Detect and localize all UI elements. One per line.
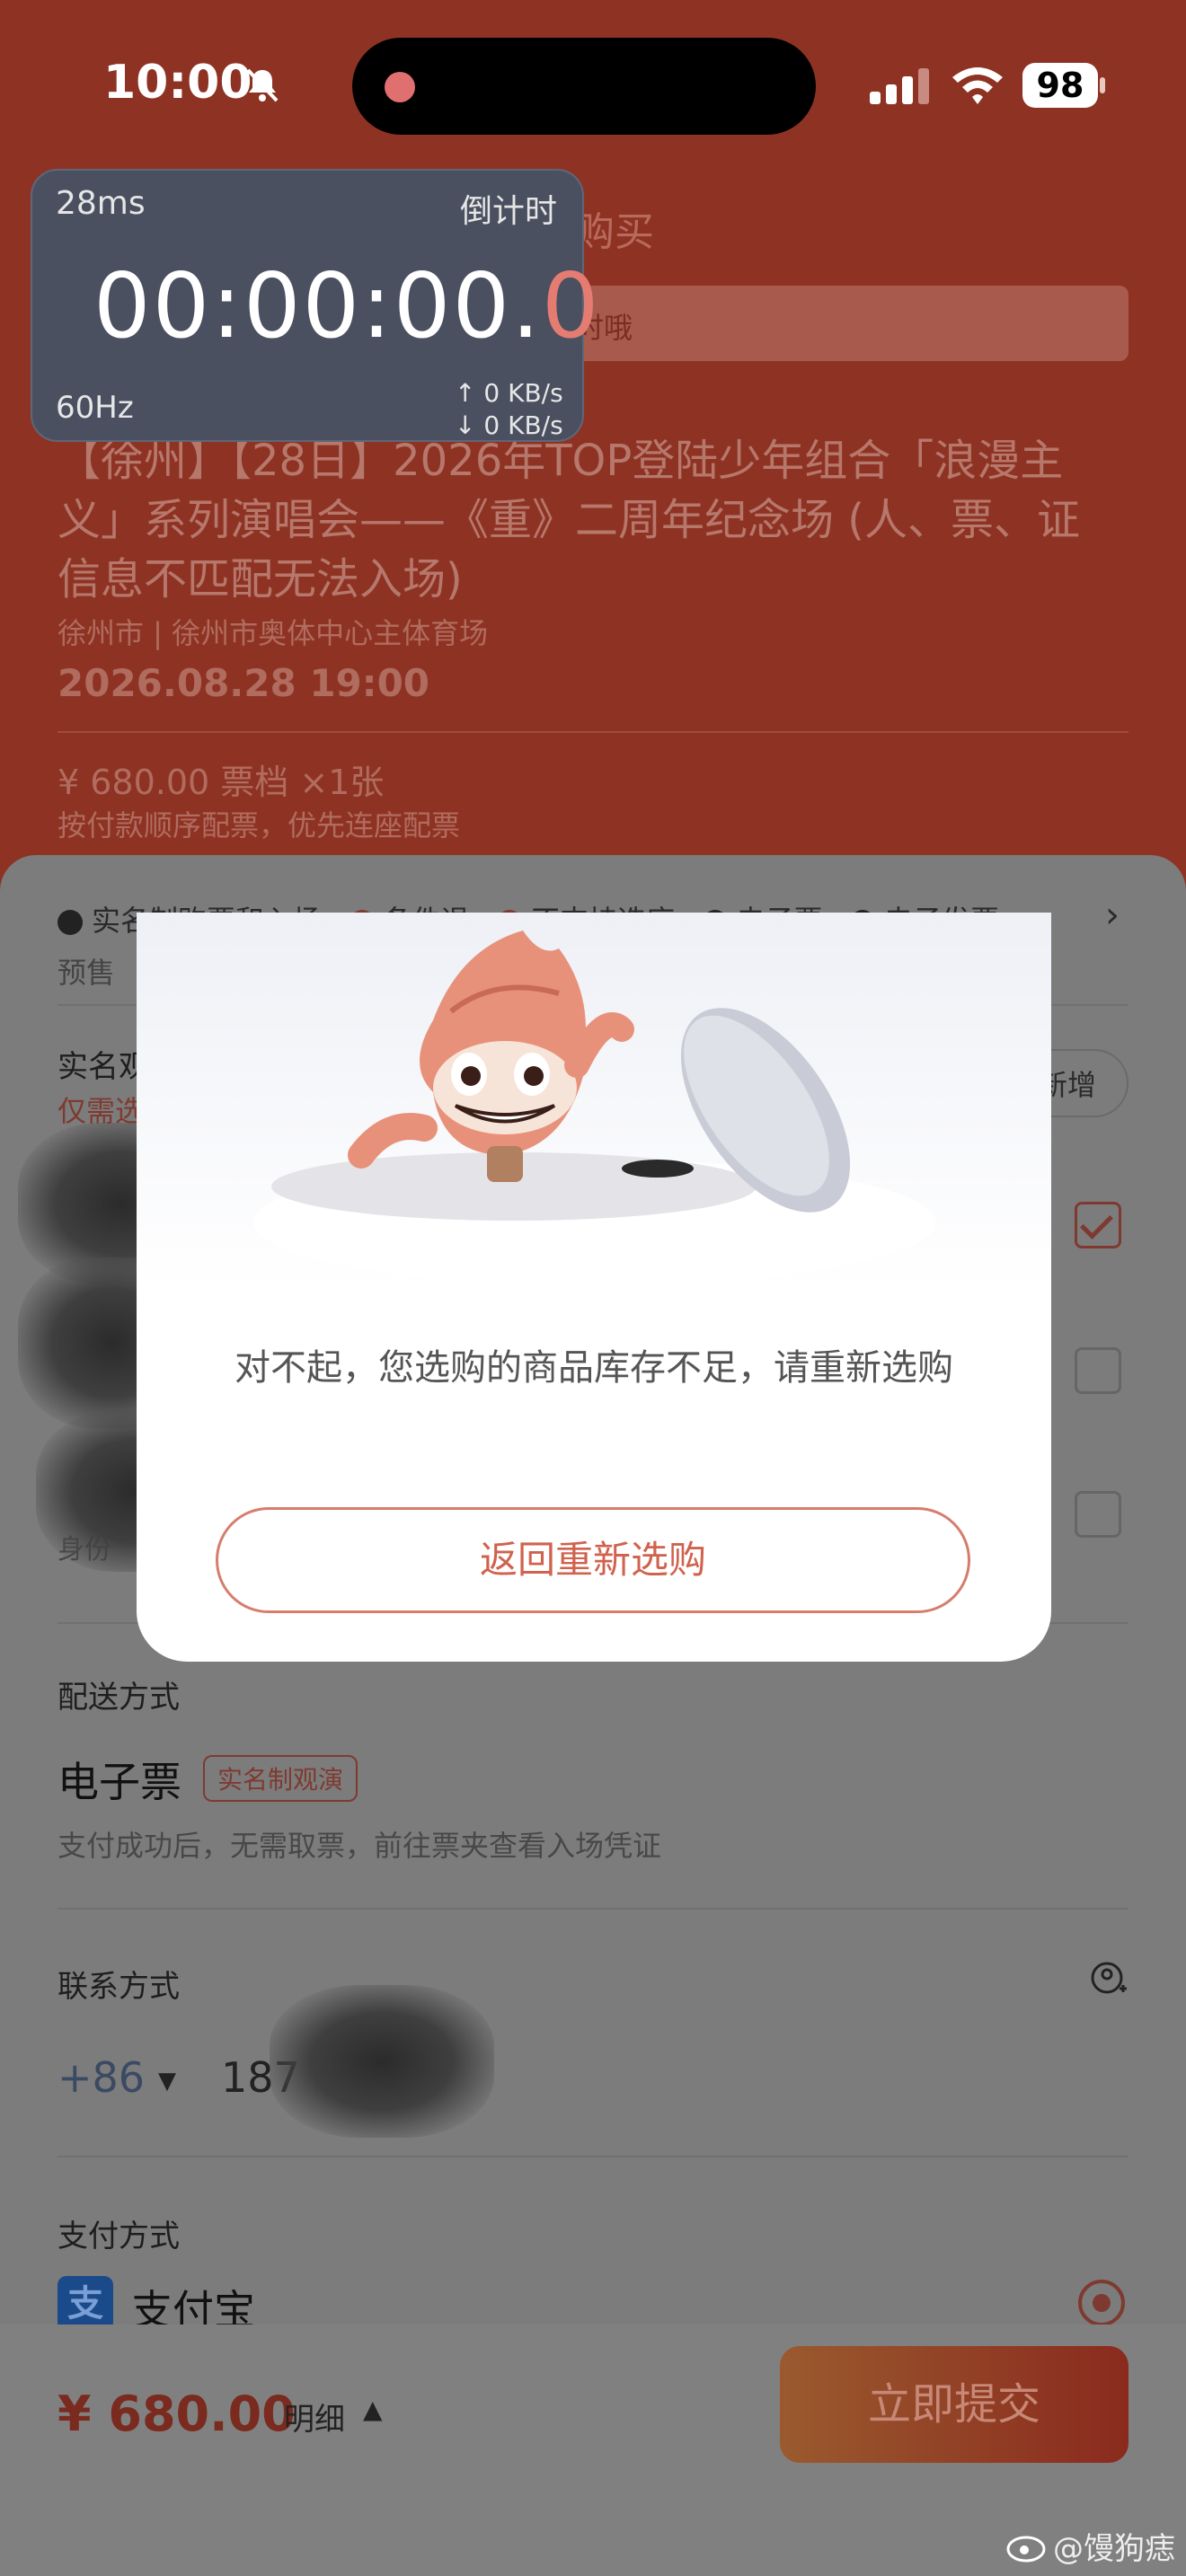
presale-label: 预售 <box>58 956 116 990</box>
event-datetime: 2026.08.28 19:00 <box>58 661 430 705</box>
header-divider <box>58 731 1128 733</box>
wifi-icon <box>952 67 1003 104</box>
seat-rule: 按付款顺序配票，优先连座配票 <box>58 808 461 842</box>
detail-toggle[interactable]: 明细 <box>284 2395 345 2439</box>
upload-speed: ↑ 0 KB/s <box>455 378 563 408</box>
chevron-right-icon[interactable]: › <box>1105 895 1120 936</box>
caret-up-icon[interactable]: ▲ <box>363 2395 383 2424</box>
battery-indicator: 98 <box>1022 63 1098 108</box>
section-divider <box>58 1908 1128 1910</box>
return-reselect-button[interactable]: 返回重新选购 <box>216 1507 970 1613</box>
delivery-method: 电子票 <box>58 1758 181 1806</box>
submit-button[interactable]: 立即提交 <box>780 2346 1128 2463</box>
section-divider <box>58 2156 1128 2157</box>
check-circle-icon <box>58 910 83 935</box>
timer-mode[interactable]: 倒计时 <box>460 185 557 232</box>
dynamic-island <box>352 38 816 135</box>
price-tier: ¥ 680.00 票档 ×1张 <box>58 763 385 802</box>
download-speed: ↓ 0 KB/s <box>455 410 563 440</box>
redaction-scribble <box>270 1985 494 2138</box>
status-time: 10:00 <box>103 56 252 110</box>
country-code-selector[interactable]: +86 <box>58 2053 145 2102</box>
watermark-text: @馒狗痣 <box>1053 2531 1175 2567</box>
timer-latency: 28ms <box>56 185 146 222</box>
payment-title: 支付方式 <box>58 2219 180 2254</box>
alipay-icon: 支 <box>58 2276 113 2332</box>
timer-last-digit: 0 <box>541 253 601 358</box>
battery-tip <box>1100 77 1105 93</box>
timer-display: 00:00:00.0 <box>93 253 601 358</box>
mascot-illustration <box>137 913 1051 1290</box>
payment-radio[interactable] <box>1078 2280 1125 2326</box>
viewer-checkbox[interactable] <box>1075 1347 1121 1394</box>
realname-badge: 实名制观演 <box>203 1755 358 1802</box>
contact-book-icon[interactable] <box>1089 1958 1128 1998</box>
timer-network: ↑ 0 KB/s ↓ 0 KB/s <box>455 377 563 442</box>
total-price: ¥ 680.00 <box>58 2386 296 2442</box>
recording-dot-icon <box>385 72 415 102</box>
realname-title: 实名观 <box>58 1049 149 1085</box>
caret-down-icon[interactable]: ▼ <box>158 2068 176 2095</box>
page-title: 购买 <box>575 209 654 255</box>
delivery-title: 配送方式 <box>58 1680 180 1716</box>
event-title: 【徐州】【28日】2026年TOP登陆少年组合「浪漫主义」系列演唱会——《重》二… <box>58 436 1080 604</box>
viewer-checkbox[interactable] <box>1075 1202 1121 1248</box>
timer-main-digits: 00:00:00. <box>93 253 542 358</box>
cellular-signal-icon <box>870 68 929 104</box>
event-venue: 徐州市 | 徐州市奥体中心主体育场 <box>58 616 489 650</box>
viewer-checkbox[interactable] <box>1075 1491 1121 1538</box>
weibo-logo-icon <box>1006 2536 1046 2563</box>
delivery-desc: 支付成功后，无需取票，前往票夹查看入场凭证 <box>58 1829 662 1863</box>
bell-muted-icon <box>246 68 279 102</box>
modal-message: 对不起，您选购的商品库存不足，请重新选购 <box>235 1347 953 1389</box>
timer-refresh-rate: 60Hz <box>56 390 134 426</box>
contact-title: 联系方式 <box>58 1969 180 2005</box>
